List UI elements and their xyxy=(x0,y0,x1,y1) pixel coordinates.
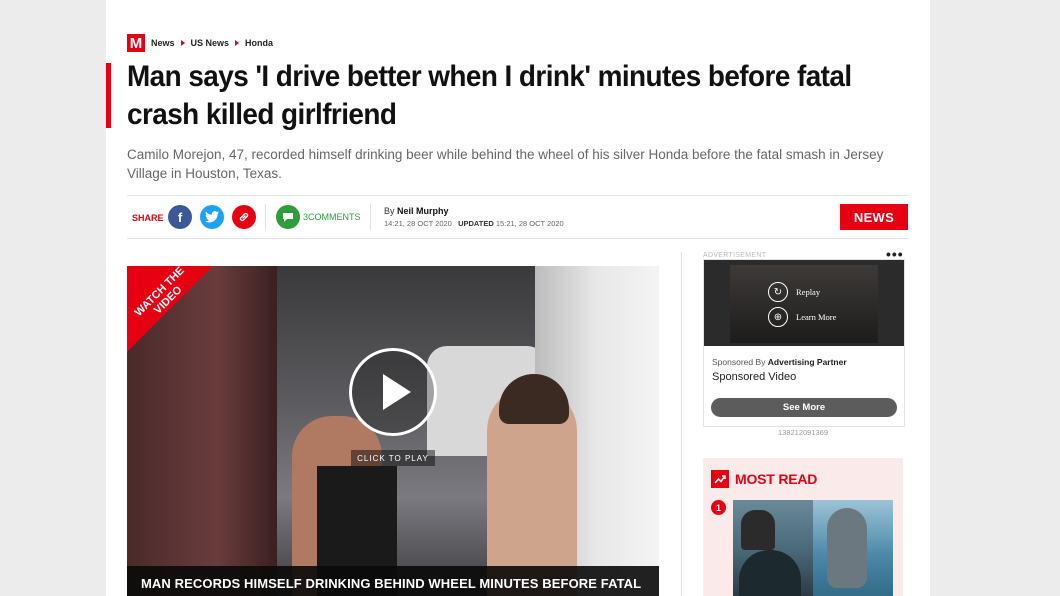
breadcrumb-news[interactable]: News xyxy=(151,38,175,48)
ad-replay-button[interactable]: ↻ Replay xyxy=(768,282,820,302)
breadcrumb-honda[interactable]: Honda xyxy=(245,38,273,48)
byline: By Neil Murphy xyxy=(384,206,449,216)
ad-learn-more-button[interactable]: ⊕ Learn More xyxy=(768,307,836,327)
play-icon[interactable] xyxy=(349,348,437,436)
trending-icon xyxy=(711,470,729,488)
breadcrumb-arrow-icon xyxy=(235,40,240,46)
comments-link[interactable]: 3COMMENTS xyxy=(303,212,361,222)
share-label: SHARE xyxy=(132,213,164,223)
video-caption: MAN RECORDS HIMSELF DRINKING BEHIND WHEE… xyxy=(127,566,659,596)
twitter-share-icon[interactable] xyxy=(200,205,224,229)
ad-id: 138212091369 xyxy=(777,428,829,437)
ad-video[interactable]: ↻ Replay ⊕ Learn More xyxy=(704,260,904,346)
click-to-play-label[interactable]: CLICK TO PLAY xyxy=(351,450,435,466)
ad-sponsor-name: Advertising Partner xyxy=(767,357,847,367)
section-tag-news[interactable]: NEWS xyxy=(840,204,908,230)
comments-icon[interactable] xyxy=(276,205,300,229)
facebook-share-icon[interactable]: f xyxy=(168,205,192,229)
share-divider xyxy=(265,204,266,230)
sponsored-video-ad: ↻ Replay ⊕ Learn More Sponsored By Adver… xyxy=(703,259,905,427)
ad-title[interactable]: Sponsored Video xyxy=(712,371,796,383)
ad-sponsored-by: Sponsored By Advertising Partner xyxy=(712,357,847,367)
updated-label: UPDATED xyxy=(458,219,494,228)
most-read-title: MOST READ xyxy=(735,471,818,487)
article-page: M News US News Honda Man says 'I drive b… xyxy=(106,0,930,596)
advertisement-label: ADVERTISEMENT xyxy=(703,252,767,259)
video-player[interactable]: WATCH THE VIDEO CLICK TO PLAY MAN RECORD… xyxy=(127,266,659,596)
globe-icon: ⊕ xyxy=(768,307,788,327)
breadcrumb: M News US News Honda xyxy=(127,34,273,52)
column-divider xyxy=(681,252,682,596)
breadcrumb-us-news[interactable]: US News xyxy=(191,38,230,48)
author-link[interactable]: Neil Murphy xyxy=(397,206,449,216)
ad-see-more-button[interactable]: See More xyxy=(711,398,897,417)
replay-icon: ↻ xyxy=(768,282,788,302)
copy-link-icon[interactable] xyxy=(232,205,256,229)
headline-accent-bar xyxy=(106,63,111,128)
ad-replay-label: Replay xyxy=(796,287,821,297)
most-read-panel: MOST READ 1 xyxy=(703,458,903,596)
byline-by: By xyxy=(384,206,395,216)
article-standfirst: Camilo Morejon, 47, recorded himself dri… xyxy=(127,147,884,181)
updated-time: 15:21, 28 OCT 2020 xyxy=(495,219,564,228)
comments-label: COMMENTS xyxy=(308,212,361,222)
byline-dates: 14:21, 28 OCT 2020 UPDATED 15:21, 28 OCT… xyxy=(384,219,564,228)
most-read-rank: 1 xyxy=(711,500,726,515)
thumbnail-person xyxy=(741,510,775,550)
byline-divider xyxy=(370,204,371,230)
ad-learn-more-label: Learn More xyxy=(796,312,837,322)
thumbnail-dolphin xyxy=(827,508,867,588)
mirror-logo[interactable]: M xyxy=(127,34,145,52)
published-time: 14:21, 28 OCT 2020 xyxy=(384,219,452,228)
share-row: SHARE f 3COMMENTS By Neil Murphy 14:21, … xyxy=(127,195,908,239)
breadcrumb-arrow-icon xyxy=(180,40,185,46)
article-headline: Man says 'I drive better when I drink' m… xyxy=(127,60,852,131)
ad-sponsored-by-label: Sponsored By xyxy=(712,357,766,367)
most-read-header: MOST READ xyxy=(711,470,817,488)
